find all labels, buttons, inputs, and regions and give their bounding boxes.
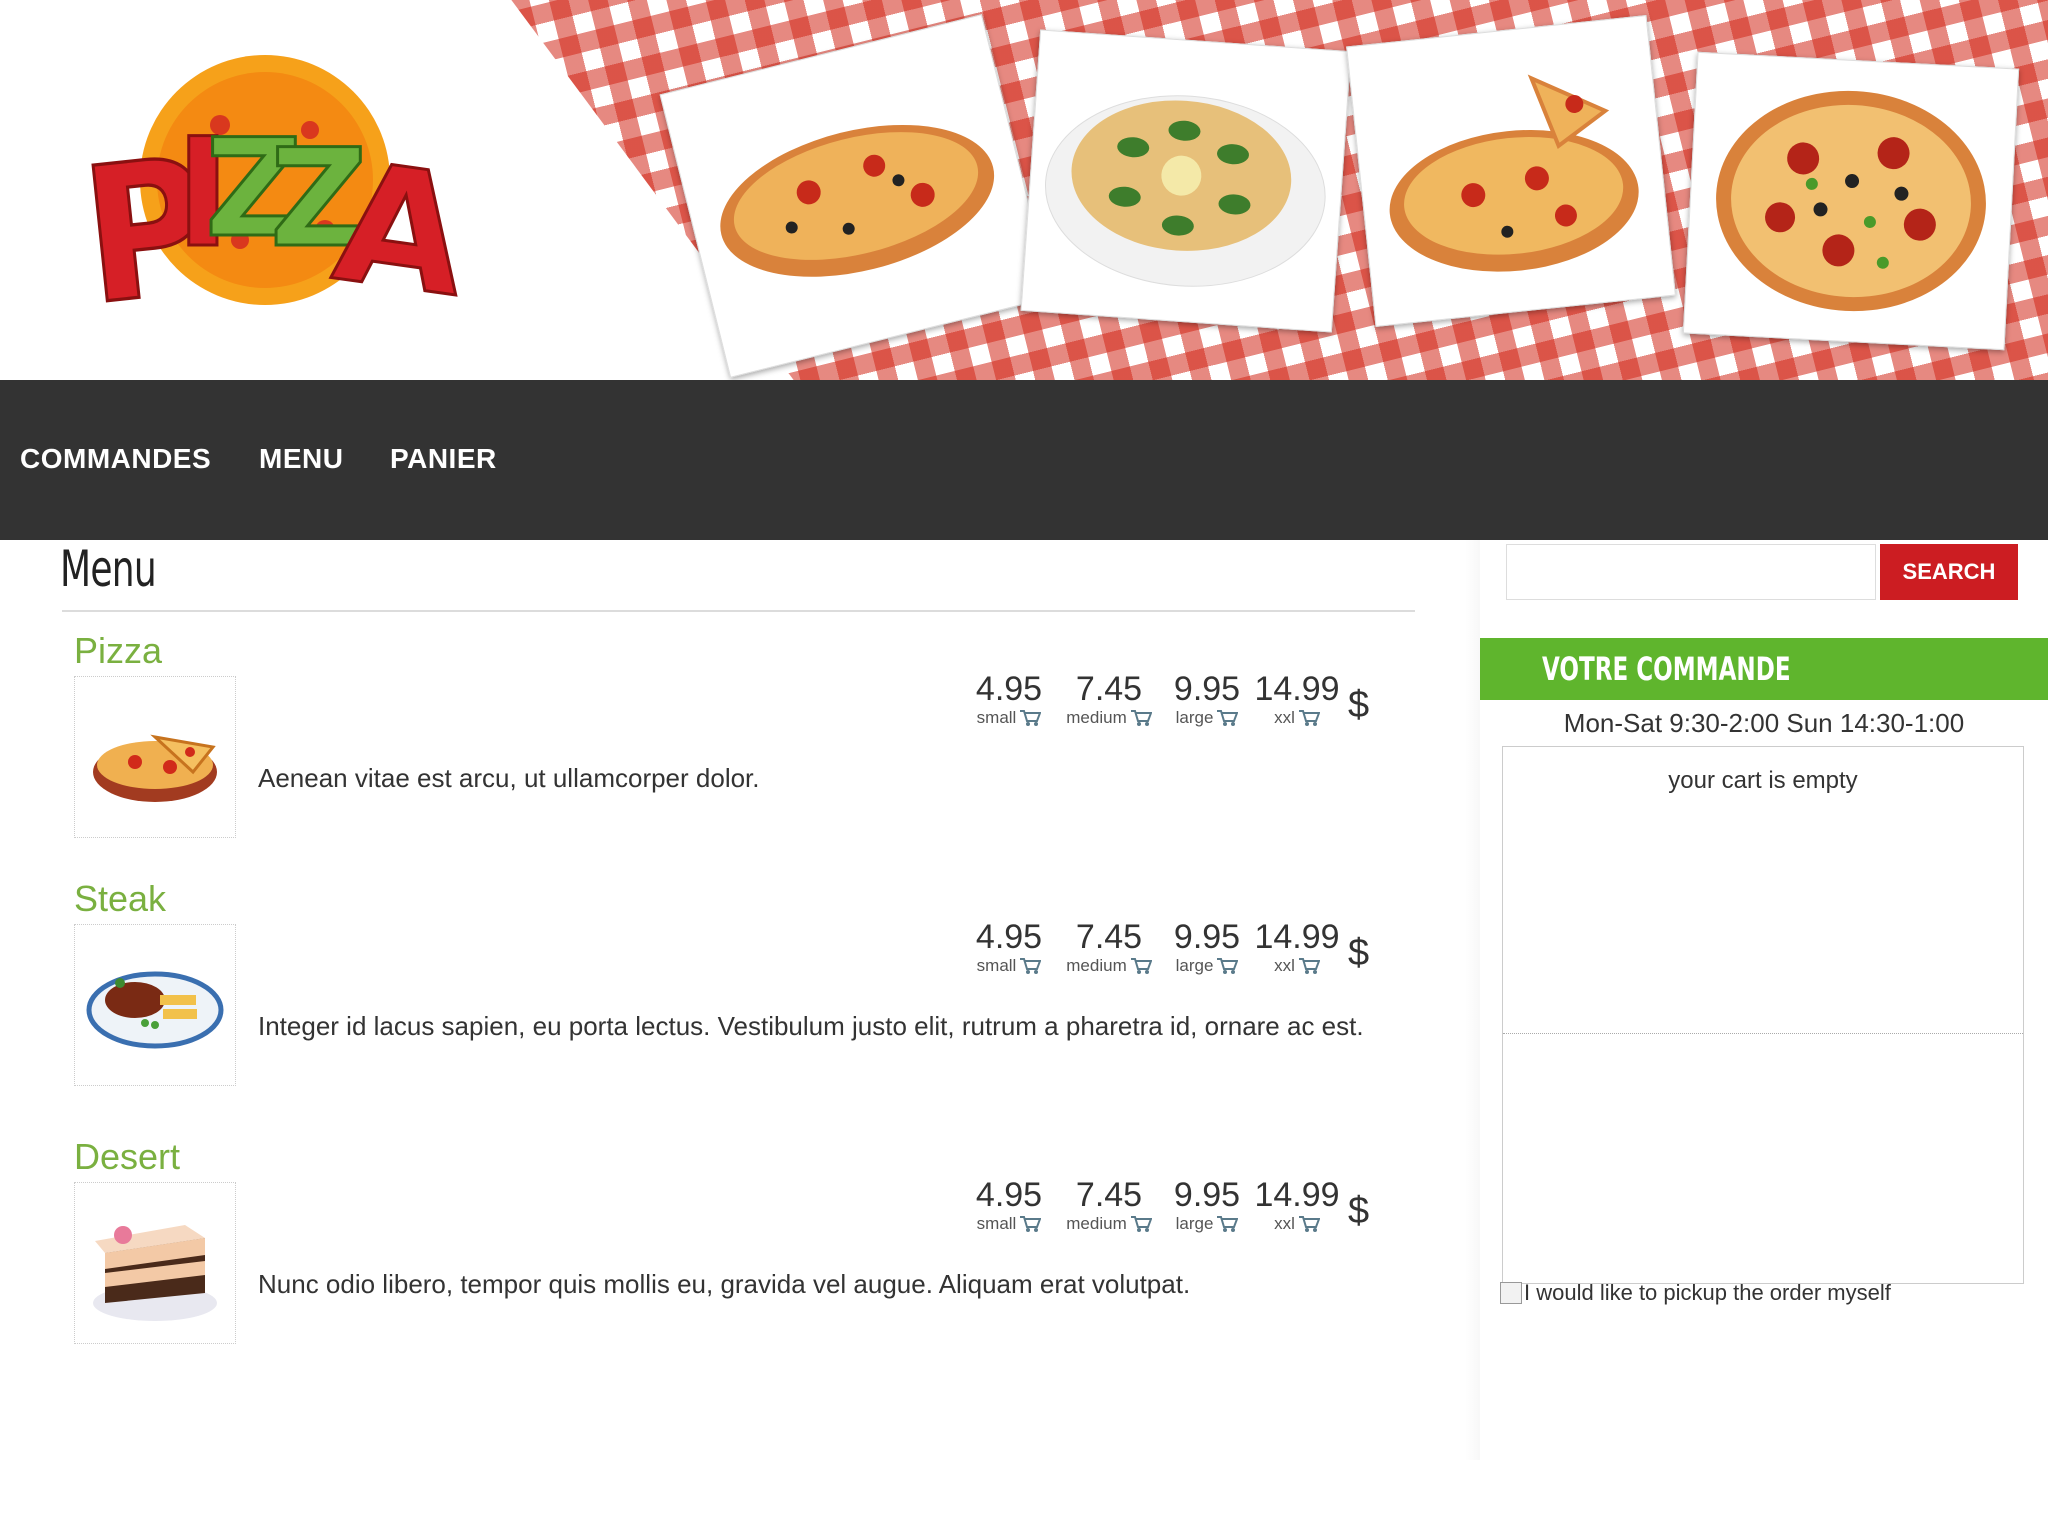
add-medium-to-cart[interactable]: medium	[1066, 708, 1152, 728]
price-medium: 7.45 medium	[1054, 1176, 1164, 1234]
steak-thumbnail[interactable]	[74, 924, 236, 1086]
add-medium-to-cart[interactable]: medium	[1066, 956, 1152, 976]
size-label: medium	[1066, 708, 1127, 727]
size-label: medium	[1066, 1214, 1127, 1233]
search-input[interactable]	[1506, 544, 1876, 600]
price-amount: 4.95	[975, 1176, 1043, 1214]
opening-hours: Mon-Sat 9:30-2:00 Sun 14:30-1:00	[1563, 708, 1965, 738]
add-xxl-to-cart[interactable]: xxl	[1274, 708, 1320, 728]
size-label: small	[976, 708, 1017, 727]
cart-icon[interactable]	[1019, 1215, 1042, 1233]
cart-panel: your cart is empty	[1502, 746, 2024, 1284]
pickup-option[interactable]: I would like to pickup the order myself	[1500, 1280, 1891, 1306]
cart-empty-message: your cart is empty	[1668, 767, 1858, 794]
item-description: Aenean vitae est arcu, ut ullamcorper do…	[258, 763, 760, 793]
cart-icon[interactable]	[1130, 957, 1152, 975]
size-label: small	[976, 1214, 1017, 1233]
cart-icon[interactable]	[1216, 709, 1239, 727]
add-small-to-cart[interactable]: small	[977, 708, 1042, 728]
price-small: 4.95 small	[954, 1176, 1064, 1234]
price-options: 4.95 small 7.45 medium 9.95 large 14.99 …	[954, 670, 1394, 750]
price-xxl: 14.99 xxl	[1242, 670, 1352, 728]
size-label: large	[1175, 708, 1214, 727]
pizza-photo-3	[1346, 14, 1676, 328]
cart-icon[interactable]	[1130, 709, 1152, 727]
cart-icon[interactable]	[1019, 957, 1042, 975]
cart-icon[interactable]	[1216, 1215, 1239, 1233]
size-label: large	[1175, 1214, 1214, 1233]
price-amount: 4.95	[975, 670, 1043, 708]
page-title: Menu	[60, 540, 157, 598]
price-small: 4.95 small	[954, 918, 1064, 976]
pickup-label: I would like to pickup the order myself	[1524, 1280, 1891, 1305]
menu-item-desert: Desert 4.95 small 7.45 medium 9.95 large…	[74, 1136, 1414, 1346]
currency-symbol: $	[1348, 932, 1370, 974]
price-medium: 7.45 medium	[1054, 918, 1164, 976]
search-button[interactable]: SEARCH	[1880, 544, 2018, 600]
add-large-to-cart[interactable]: large	[1176, 956, 1239, 976]
add-large-to-cart[interactable]: large	[1176, 1214, 1239, 1234]
item-name[interactable]: Pizza	[74, 630, 162, 672]
price-amount: 14.99	[1254, 918, 1340, 956]
size-label: xxl	[1274, 708, 1295, 727]
nav-item-menu[interactable]: MENU	[259, 443, 343, 475]
cart-icon[interactable]	[1019, 709, 1042, 727]
price-amount: 7.45	[1075, 670, 1143, 708]
cart-divider	[1503, 1033, 2023, 1034]
add-medium-to-cart[interactable]: medium	[1066, 1214, 1152, 1234]
main-nav: COMMANDES MENU PANIER	[0, 380, 2048, 540]
price-amount: 14.99	[1254, 670, 1340, 708]
nav-item-commandes[interactable]: COMMANDES	[20, 443, 211, 475]
price-amount: 7.45	[1075, 1176, 1143, 1214]
pizza-photo-4	[1682, 51, 2020, 351]
price-small: 4.95 small	[954, 670, 1064, 728]
item-description: Integer id lacus sapien, eu porta lectus…	[258, 1011, 1364, 1041]
size-label: xxl	[1274, 956, 1295, 975]
price-medium: 7.45 medium	[1054, 670, 1164, 728]
svg-text:A: A	[325, 126, 470, 330]
price-options: 4.95 small 7.45 medium 9.95 large 14.99 …	[954, 918, 1394, 998]
size-label: medium	[1066, 956, 1127, 975]
title-divider	[62, 610, 1415, 612]
size-label: large	[1175, 956, 1214, 975]
add-large-to-cart[interactable]: large	[1176, 708, 1239, 728]
desert-thumbnail[interactable]	[74, 1182, 236, 1344]
item-name[interactable]: Steak	[74, 878, 166, 920]
pizza-thumbnail[interactable]	[74, 676, 236, 838]
cart-icon[interactable]	[1298, 1215, 1320, 1233]
price-options: 4.95 small 7.45 medium 9.95 large 14.99 …	[954, 1176, 1394, 1256]
order-title: VOTRE COMMANDE	[1542, 650, 1791, 688]
size-label: xxl	[1274, 1214, 1295, 1233]
pickup-checkbox[interactable]	[1500, 1282, 1522, 1304]
price-xxl: 14.99 xxl	[1242, 918, 1352, 976]
price-xxl: 14.99 xxl	[1242, 1176, 1352, 1234]
item-name[interactable]: Desert	[74, 1136, 180, 1178]
pizza-photo-2	[1020, 29, 1352, 333]
currency-symbol: $	[1348, 1190, 1370, 1232]
add-small-to-cart[interactable]: small	[977, 1214, 1042, 1234]
add-xxl-to-cart[interactable]: xxl	[1274, 956, 1320, 976]
currency-symbol: $	[1348, 684, 1370, 726]
site-header: P I Z Z A	[0, 0, 2048, 380]
item-description: Nunc odio libero, tempor quis mollis eu,…	[258, 1269, 1191, 1299]
cart-icon[interactable]	[1298, 957, 1320, 975]
price-amount: 14.99	[1254, 1176, 1340, 1214]
add-xxl-to-cart[interactable]: xxl	[1274, 1214, 1320, 1234]
cart-icon[interactable]	[1298, 709, 1320, 727]
add-small-to-cart[interactable]: small	[977, 956, 1042, 976]
menu-content: Menu Pizza 4.95 small 7.45 medium 9.95 l…	[0, 540, 1480, 1460]
cart-icon[interactable]	[1130, 1215, 1152, 1233]
menu-item-pizza: Pizza 4.95 small 7.45 medium 9.95 large	[74, 630, 1414, 840]
price-amount: 4.95	[975, 918, 1043, 956]
order-sidebar: SEARCH VOTRE COMMANDE Mon-Sat 9:30-2:00 …	[1480, 540, 2048, 1460]
price-amount: 7.45	[1075, 918, 1143, 956]
size-label: small	[976, 956, 1017, 975]
order-header: VOTRE COMMANDE	[1480, 638, 2048, 700]
nav-item-panier[interactable]: PANIER	[390, 443, 497, 475]
pizza-logo[interactable]: P I Z Z A	[70, 30, 479, 349]
cart-icon[interactable]	[1216, 957, 1239, 975]
menu-item-steak: Steak 4.95 small 7.45 medium 9.95 large …	[74, 878, 1414, 1088]
